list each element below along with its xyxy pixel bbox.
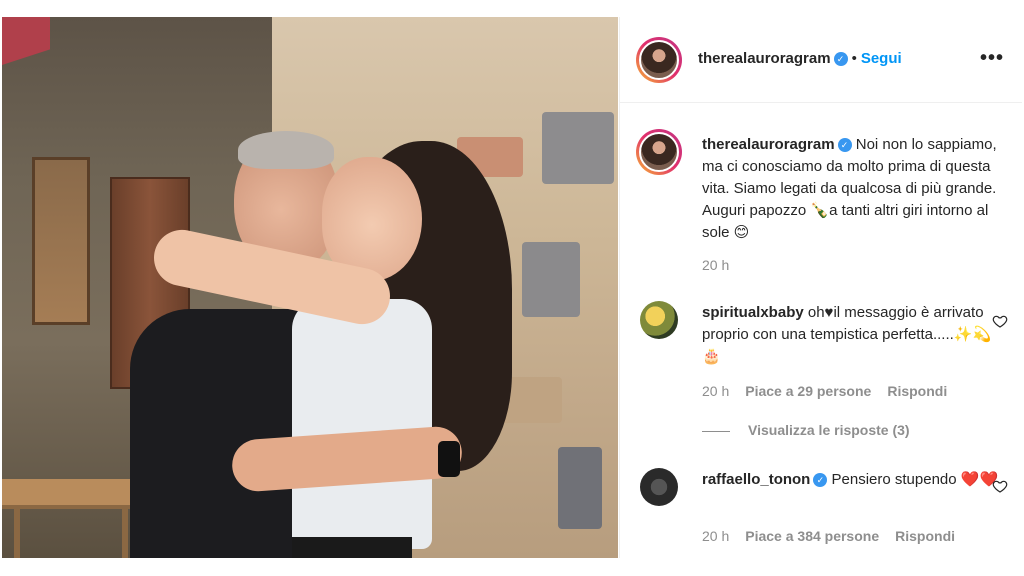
photo-table-leg [14, 509, 20, 558]
caption-author-avatar[interactable] [636, 129, 682, 175]
comment-1-reply-button[interactable]: Rispondi [887, 383, 947, 399]
verified-badge-icon: ✓ [813, 473, 828, 487]
separator-dot: • [851, 50, 857, 67]
caption-meta: 20 h [702, 257, 745, 273]
heart-icon[interactable] [992, 478, 1008, 494]
comment-2-time[interactable]: 20 h [702, 528, 729, 544]
comment-2: raffaello_tonon ✓ Pensiero stupendo ❤️❤️ [702, 469, 1002, 491]
author-avatar[interactable] [636, 37, 682, 83]
verified-badge-icon: ✓ [833, 52, 848, 66]
replies-divider [702, 431, 730, 432]
commenter-avatar[interactable] [640, 468, 678, 506]
post-side-panel: therealauroragram ✓ • Segui ••• therealauro… [619, 17, 1022, 558]
photo-wall-decoration [32, 157, 90, 325]
comment-1: spiritualxbaby oh♥il messaggio è arrivat… [702, 302, 1002, 368]
caption-author-avatar-image [639, 132, 679, 172]
comment-2-text: Pensiero stupendo ❤️❤️ [831, 471, 999, 488]
view-replies-button[interactable]: Visualizza le risposte (3) [748, 422, 910, 438]
post-caption: therealauroragram ✓ Noi non lo sappiamo, … [702, 134, 1002, 244]
comment-2-meta: 20 h Piace a 384 persone Rispondi [702, 528, 971, 544]
comment-1-likes[interactable]: Piace a 29 persone [745, 383, 871, 399]
comment-2-username[interactable]: raffaello_tonon [702, 471, 810, 488]
photo-table-leg [122, 509, 128, 558]
post-header: therealauroragram ✓ • Segui ••• [620, 17, 1022, 103]
photo-pants [292, 537, 412, 558]
caption-time[interactable]: 20 h [702, 257, 729, 273]
comment-2-reply-button[interactable]: Rispondi [895, 528, 955, 544]
photo-man-hair [238, 131, 334, 169]
author-avatar-image [639, 40, 679, 80]
comment-2-likes[interactable]: Piace a 384 persone [745, 528, 879, 544]
comment-1-meta: 20 h Piace a 29 persone Rispondi [702, 383, 963, 399]
heart-icon[interactable] [992, 313, 1008, 329]
photo-table [2, 479, 142, 509]
comment-1-username[interactable]: spiritualxbaby [702, 304, 804, 321]
author-username[interactable]: therealauroragram [698, 50, 831, 67]
comment-1-time[interactable]: 20 h [702, 383, 729, 399]
photo-watch [438, 441, 460, 477]
follow-button[interactable]: Segui [861, 50, 902, 67]
post-photo[interactable] [2, 17, 618, 558]
header-author-line: therealauroragram ✓ • Segui [698, 50, 902, 68]
more-options-icon[interactable]: ••• [980, 47, 1004, 70]
verified-badge-icon: ✓ [837, 138, 852, 152]
photo-woman-top [292, 299, 432, 549]
caption-username[interactable]: therealauroragram [702, 136, 835, 153]
commenter-avatar[interactable] [640, 301, 678, 339]
